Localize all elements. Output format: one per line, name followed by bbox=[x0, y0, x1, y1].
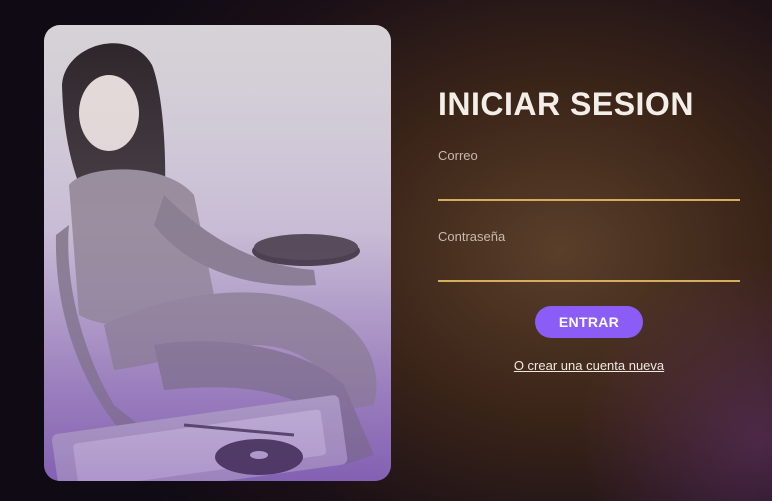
submit-button[interactable]: ENTRAR bbox=[534, 306, 644, 338]
password-field[interactable] bbox=[438, 248, 740, 282]
register-link[interactable]: O crear una cuenta nueva bbox=[438, 358, 740, 373]
form-actions: ENTRAR bbox=[438, 306, 740, 338]
hero-photo bbox=[44, 25, 391, 481]
email-label: Correo bbox=[438, 148, 478, 163]
hero-photo-illustration bbox=[44, 25, 391, 481]
email-field[interactable] bbox=[438, 167, 740, 201]
login-form: INICIAR SESION Correo Contraseña ENTRAR … bbox=[438, 82, 740, 373]
login-title: INICIAR SESION bbox=[438, 86, 694, 122]
password-label: Contraseña bbox=[438, 229, 506, 244]
